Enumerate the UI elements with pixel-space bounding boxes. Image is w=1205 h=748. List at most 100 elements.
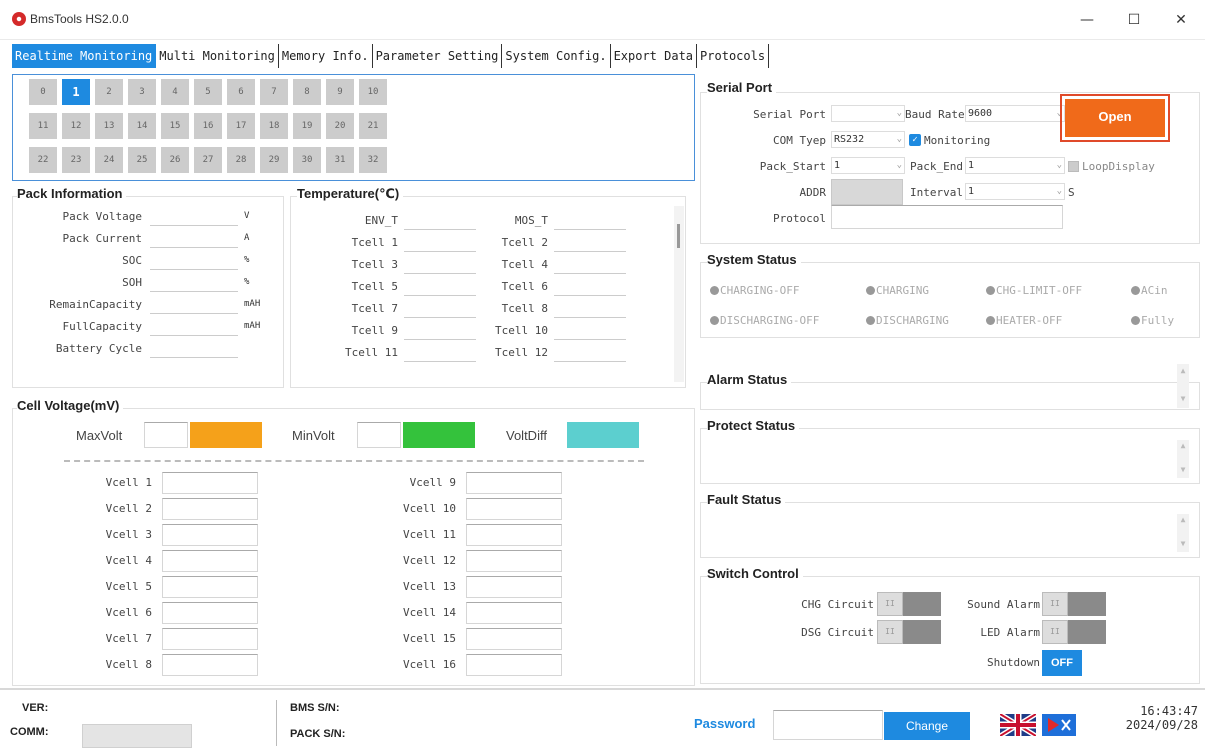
protect-status-scrollbar[interactable]: ▲ ▼ [1177, 440, 1189, 478]
cell-voltage-value [162, 628, 258, 650]
pack-cell-11[interactable]: 11 [29, 113, 57, 139]
window-title: BmsTools HS2.0.0 [30, 12, 129, 26]
pack-cell-19[interactable]: 19 [293, 113, 321, 139]
divider [64, 460, 644, 462]
pack-cell-5[interactable]: 5 [194, 79, 222, 105]
pack-cell-2[interactable]: 2 [95, 79, 123, 105]
pack-info-unit: mAH [244, 299, 261, 309]
pack-info-label: RemainCapacity [49, 298, 142, 311]
language-switch-icon[interactable] [1042, 714, 1076, 736]
pack-cell-15[interactable]: 15 [161, 113, 189, 139]
pack-cell-14[interactable]: 14 [128, 113, 156, 139]
pack-cell-22[interactable]: 22 [29, 147, 57, 173]
password-input[interactable] [773, 710, 883, 740]
close-button[interactable]: ✕ [1167, 8, 1195, 32]
loop-display-checkbox[interactable] [1068, 161, 1079, 172]
cell-voltage-value [162, 498, 258, 520]
cell-voltage-label: Vcell 16 [403, 658, 456, 671]
pack-cell-8[interactable]: 8 [293, 79, 321, 105]
pack-cell-29[interactable]: 29 [260, 147, 288, 173]
status-indicator: ACin [1131, 284, 1168, 297]
pack-cell-17[interactable]: 17 [227, 113, 255, 139]
led-alarm-toggle[interactable]: II [1042, 620, 1106, 644]
shutdown-button[interactable]: OFF [1042, 650, 1082, 676]
system-status-title: System Status [707, 252, 801, 267]
temperature-scroll-thumb[interactable] [677, 224, 680, 248]
cell-voltage-label: Vcell 4 [105, 554, 152, 567]
pack-cell-1[interactable]: 1 [62, 79, 90, 105]
protocol-field[interactable] [831, 205, 1063, 229]
change-password-button[interactable]: Change [884, 712, 970, 740]
pack-cell-13[interactable]: 13 [95, 113, 123, 139]
cell-voltage-value [466, 654, 562, 676]
tab-multi-monitoring[interactable]: Multi Monitoring [156, 44, 279, 68]
tab-system-config[interactable]: System Config. [502, 44, 611, 68]
protocol-label: Protocol [773, 212, 826, 225]
tab-export-data[interactable]: Export Data [611, 44, 698, 68]
sound-alarm-toggle[interactable]: II [1042, 592, 1106, 616]
pack-cell-3[interactable]: 3 [128, 79, 156, 105]
monitoring-checkbox[interactable]: ✓ [909, 134, 921, 146]
pack-cell-0[interactable]: 0 [29, 79, 57, 105]
pack-cell-26[interactable]: 26 [161, 147, 189, 173]
serial-port-select[interactable]: ⌄ [831, 105, 905, 122]
temperature-value [404, 212, 476, 230]
dsg-circuit-toggle[interactable]: II [877, 620, 941, 644]
addr-field[interactable] [831, 179, 903, 205]
pack-cell-6[interactable]: 6 [227, 79, 255, 105]
pack-cell-9[interactable]: 9 [326, 79, 354, 105]
pack-cell-31[interactable]: 31 [326, 147, 354, 173]
status-label: CHARGING [876, 284, 929, 297]
pack-cell-32[interactable]: 32 [359, 147, 387, 173]
pack-start-select[interactable]: 1 ⌄ [831, 157, 905, 174]
tab-parameter-setting[interactable]: Parameter Setting [373, 44, 503, 68]
tab-realtime-monitoring[interactable]: Realtime Monitoring [12, 44, 157, 68]
open-button[interactable]: Open [1065, 99, 1165, 137]
pack-cell-28[interactable]: 28 [227, 147, 255, 173]
alarm-status-scrollbar[interactable]: ▲ ▼ [1177, 364, 1189, 408]
pack-info-value [150, 318, 238, 336]
pack-end-select[interactable]: 1 ⌄ [965, 157, 1065, 174]
cell-voltage-value [466, 602, 562, 624]
maximize-button[interactable]: ☐ [1120, 8, 1148, 32]
pack-cell-12[interactable]: 12 [62, 113, 90, 139]
comm-label: COMM: [10, 726, 49, 738]
password-label: Password [694, 716, 756, 731]
serial-port-label: Serial Port [753, 108, 826, 121]
minimize-button[interactable]: — [1073, 8, 1101, 32]
pack-cell-18[interactable]: 18 [260, 113, 288, 139]
pack-cell-24[interactable]: 24 [95, 147, 123, 173]
status-label: HEATER-OFF [996, 314, 1063, 327]
status-indicator: CHARGING [866, 284, 929, 297]
cell-voltage-label: Vcell 15 [403, 632, 456, 645]
com-type-select[interactable]: RS232 ⌄ [831, 131, 905, 148]
pack-cell-4[interactable]: 4 [161, 79, 189, 105]
uk-flag-icon[interactable] [998, 711, 1038, 739]
pack-cell-10[interactable]: 10 [359, 79, 387, 105]
pack-cell-21[interactable]: 21 [359, 113, 387, 139]
pack-cell-27[interactable]: 27 [194, 147, 222, 173]
pack-cell-23[interactable]: 23 [62, 147, 90, 173]
pack-cell-25[interactable]: 25 [128, 147, 156, 173]
pack-info-label: Pack Current [62, 232, 142, 245]
tab-protocols[interactable]: Protocols [697, 44, 770, 68]
protect-status-title: Protect Status [707, 418, 800, 433]
pack-cell-20[interactable]: 20 [326, 113, 354, 139]
chg-circuit-toggle[interactable]: II [877, 592, 941, 616]
cell-voltage-value [466, 628, 562, 650]
fault-status-scrollbar[interactable]: ▲ ▼ [1177, 514, 1189, 552]
volt-diff-swatch [567, 422, 639, 448]
addr-label: ADDR [799, 186, 827, 199]
baud-rate-select[interactable]: 9600 ⌄ [965, 105, 1065, 122]
clock: 16:43:47 2024/09/28 [1120, 704, 1198, 732]
pack-cell-16[interactable]: 16 [194, 113, 222, 139]
temperature-value [554, 212, 626, 230]
pack-cell-30[interactable]: 30 [293, 147, 321, 173]
tab-memory-info[interactable]: Memory Info. [279, 44, 373, 68]
interval-select[interactable]: 1 ⌄ [965, 183, 1065, 200]
temperature-value [554, 256, 626, 274]
cell-voltage-label: Vcell 10 [403, 502, 456, 515]
temperature-value [404, 300, 476, 318]
pack-cell-7[interactable]: 7 [260, 79, 288, 105]
cell-voltage-value [466, 550, 562, 572]
